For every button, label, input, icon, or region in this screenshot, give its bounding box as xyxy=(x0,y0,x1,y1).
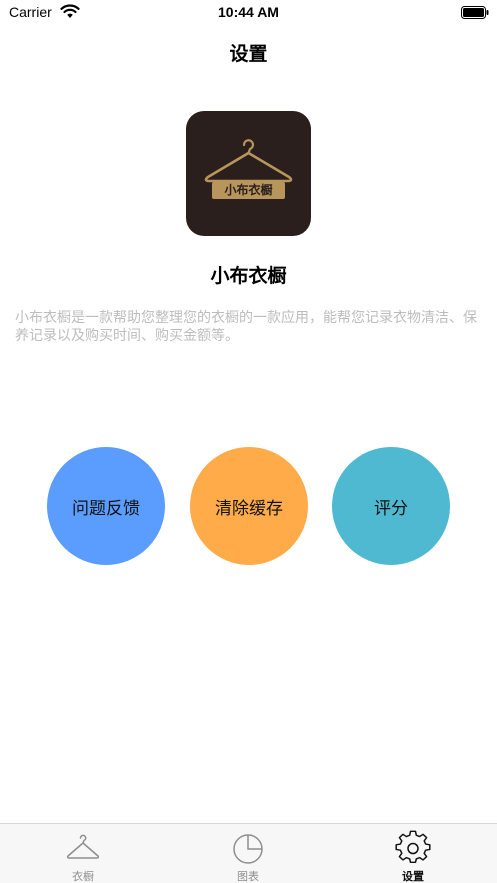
rate-button-label: 评分 xyxy=(374,498,408,519)
hanger-logo-icon xyxy=(204,139,293,183)
tab-chart[interactable]: 图表 xyxy=(188,824,308,883)
app-logo xyxy=(186,111,311,236)
tab-wardrobe[interactable]: 衣橱 xyxy=(23,824,143,883)
tab-bar: 衣橱 图表 设置 xyxy=(0,823,497,883)
feedback-button[interactable]: 问题反馈 xyxy=(47,447,165,565)
clear-cache-button[interactable]: 清除缓存 xyxy=(190,447,308,565)
clear-cache-button-label: 清除缓存 xyxy=(215,498,283,519)
tab-chart-label: 图表 xyxy=(237,870,259,883)
status-bar: Carrier 10:44 AM xyxy=(0,0,497,26)
gear-icon xyxy=(395,830,431,864)
rate-button[interactable]: 评分 xyxy=(332,447,450,565)
tab-settings-label: 设置 xyxy=(402,870,424,883)
settings-screen: Carrier 10:44 AM 设置 小布衣橱 小布衣橱 小布衣橱是一款帮助您… xyxy=(0,0,497,883)
page-title: 设置 xyxy=(229,43,268,65)
app-name: 小布衣橱 xyxy=(210,265,287,287)
tab-wardrobe-label: 衣橱 xyxy=(72,870,94,883)
pie-chart-icon xyxy=(233,834,263,864)
logo-text-plate: 小布衣橱 xyxy=(212,182,285,199)
app-description: 小布衣橱是一款帮助您整理您的衣橱的一款应用，能帮您记录衣物清洁、保养记录以及购买… xyxy=(15,310,477,344)
feedback-button-label: 问题反馈 xyxy=(72,498,140,519)
status-time: 10:44 AM xyxy=(218,4,279,20)
tab-settings[interactable]: 设置 xyxy=(353,824,473,883)
hanger-icon xyxy=(66,834,100,859)
battery-icon xyxy=(461,6,489,19)
